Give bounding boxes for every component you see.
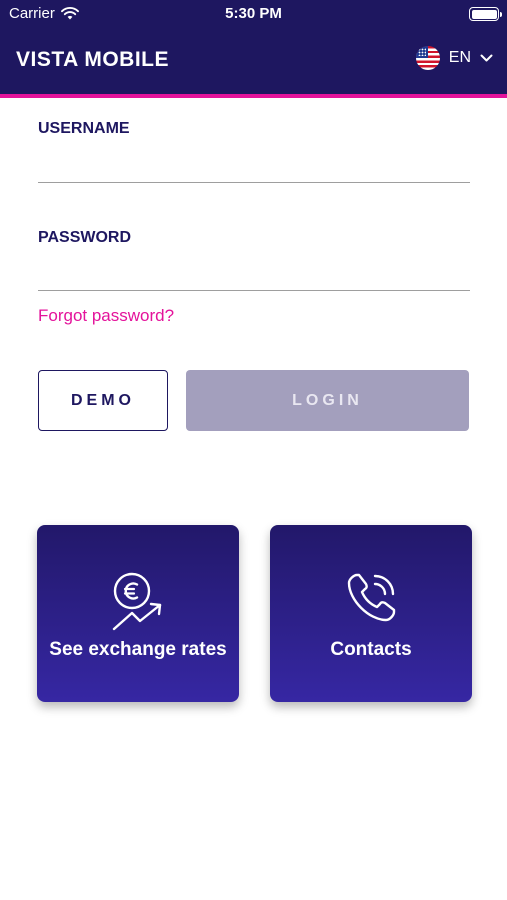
login-button[interactable]: LOGIN: [186, 370, 469, 431]
password-input[interactable]: [38, 255, 470, 291]
contacts-card[interactable]: Contacts: [270, 525, 472, 702]
exchange-rates-label: See exchange rates: [49, 639, 227, 660]
language-selector[interactable]: EN: [415, 46, 493, 70]
language-code: EN: [448, 49, 471, 66]
us-flag-icon: [415, 46, 440, 70]
clock: 5:30 PM: [225, 5, 282, 22]
status-bar: Carrier 5:30 PM: [0, 0, 507, 28]
forgot-password-link[interactable]: Forgot password?: [38, 306, 174, 326]
phone-call-icon: [347, 573, 396, 622]
password-label: PASSWORD: [38, 229, 132, 246]
battery-icon: [469, 7, 502, 21]
demo-button[interactable]: DEMO: [38, 370, 168, 431]
euro-trend-icon: [112, 572, 162, 631]
username-label: USERNAME: [38, 120, 130, 137]
contacts-label: Contacts: [330, 639, 412, 660]
header-accent-line: [0, 94, 507, 98]
exchange-rates-card[interactable]: See exchange rates: [37, 525, 239, 702]
app-title: VISTA MOBILE: [16, 48, 169, 71]
username-input[interactable]: [38, 147, 470, 183]
chevron-down-icon: [480, 54, 493, 61]
